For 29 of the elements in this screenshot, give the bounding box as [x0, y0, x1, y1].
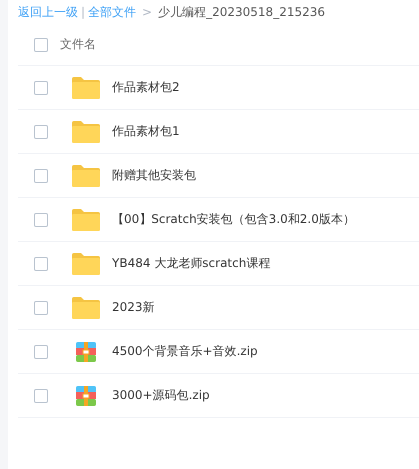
file-name[interactable]: 作品素材包2	[112, 79, 180, 96]
breadcrumb-separator: |	[81, 5, 86, 19]
row-checkbox[interactable]	[34, 388, 48, 402]
column-header: 文件名	[60, 36, 96, 53]
row-checkbox[interactable]	[34, 168, 48, 182]
row-checkbox[interactable]	[34, 124, 48, 138]
breadcrumb-arrow: >	[142, 5, 152, 19]
folder-icon	[72, 120, 100, 142]
archive-icon	[76, 342, 96, 362]
folder-icon	[72, 208, 100, 230]
folder-icon	[72, 252, 100, 274]
row-checkbox[interactable]	[34, 300, 48, 314]
row-checkbox[interactable]	[34, 212, 48, 226]
current-folder: 少儿编程_20230518_215236	[158, 4, 325, 20]
file-name[interactable]: 4500个背景音乐+音效.zip	[112, 343, 258, 360]
row-checkbox[interactable]	[34, 80, 48, 94]
file-name[interactable]: 3000+源码包.zip	[112, 387, 210, 404]
file-name[interactable]: 作品素材包1	[112, 123, 180, 140]
file-name[interactable]: 附赠其他安装包	[112, 167, 196, 184]
folder-icon	[72, 76, 100, 98]
select-all-checkbox[interactable]	[34, 38, 48, 52]
folder-icon	[72, 164, 100, 186]
file-name[interactable]: 【00】Scratch安装包（包含3.0和2.0版本）	[112, 211, 355, 228]
row-checkbox[interactable]	[34, 344, 48, 358]
file-name[interactable]: 2023新	[112, 299, 155, 316]
file-name[interactable]: YB484 大龙老师scratch课程	[112, 255, 270, 272]
row-checkbox[interactable]	[34, 256, 48, 270]
archive-icon	[76, 386, 96, 406]
folder-icon	[72, 296, 100, 318]
